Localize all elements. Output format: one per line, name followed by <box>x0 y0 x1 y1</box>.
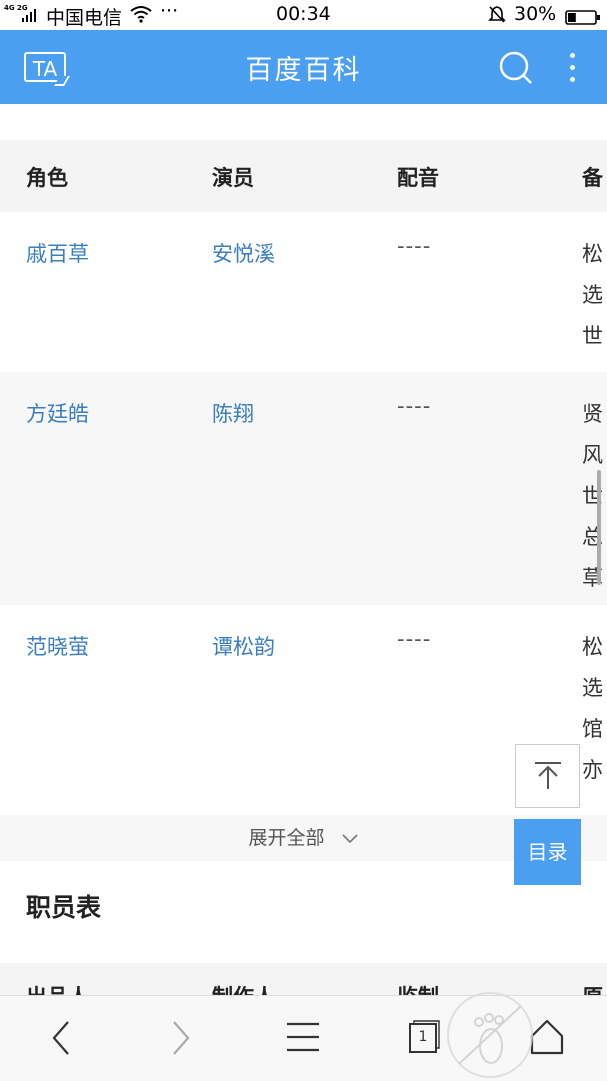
staff-header: 出品人 <box>26 981 89 995</box>
back-to-top-button[interactable] <box>515 744 580 808</box>
role-link[interactable]: 方廷皓 <box>26 398 89 428</box>
note-line: 草 <box>582 566 603 590</box>
arrow-up-icon <box>533 761 563 795</box>
note-cell: 松 选 馆 亦 <box>582 627 607 791</box>
battery-percent: 30% <box>514 3 557 25</box>
note-line: 世 <box>582 484 603 508</box>
note-cell: 松 选 世 <box>582 234 607 357</box>
note-line: 亦 <box>582 758 603 782</box>
carrier-name: 中国电信 <box>46 7 123 29</box>
header-note: 备 <box>582 166 603 190</box>
silent-bell-icon <box>488 5 506 29</box>
note-line: 松 <box>582 635 603 659</box>
section-title: 职员表 <box>26 893 102 922</box>
note-line: 世 <box>582 324 603 348</box>
note-cell: 贤 风 世 总 草 <box>582 394 607 599</box>
wifi-icon <box>130 5 152 28</box>
staff-table-header: 出品人 制作人 监制 原 <box>0 963 607 995</box>
table-header: 角色 演员 配音 备 <box>0 140 607 212</box>
note-line: 松 <box>582 242 603 266</box>
clock: 00:34 <box>276 3 331 25</box>
note-line: 选 <box>582 283 603 307</box>
battery-icon <box>565 8 601 30</box>
note-line: 选 <box>582 676 603 700</box>
table-row: 方廷皓 陈翔 ---- 贤 风 世 总 草 <box>0 372 607 605</box>
table-row: 戚百草 安悦溪 ---- 松 选 世 <box>0 212 607 372</box>
expand-label: 展开全部 <box>248 827 325 849</box>
status-bar: 4G 2G 中国电信 ··· 00:34 30% <box>0 0 607 30</box>
staff-header: 制作人 <box>212 981 275 995</box>
note-line: 馆 <box>582 717 603 741</box>
actor-link[interactable]: 陈翔 <box>212 398 254 428</box>
tabs-button[interactable]: 1 <box>408 1020 440 1053</box>
staff-header: 监制 <box>397 981 439 995</box>
note-line: 风 <box>582 443 603 467</box>
scrollbar[interactable] <box>597 470 601 585</box>
app-bar: TA 百度百科 <box>0 30 607 104</box>
voice-cell: ---- <box>397 394 432 418</box>
role-link[interactable]: 范晓萤 <box>26 631 89 661</box>
more-status-icon: ··· <box>160 0 179 22</box>
chevron-down-icon <box>341 816 359 862</box>
more-vertical-icon[interactable] <box>562 48 582 88</box>
cast-table: 角色 演员 配音 备 戚百草 安悦溪 ---- 松 选 世 方廷皓 陈翔 ---… <box>0 140 607 815</box>
note-line: 贤 <box>582 402 603 426</box>
tabs-count: 1 <box>418 1029 428 1045</box>
role-link[interactable]: 戚百草 <box>26 238 89 268</box>
actor-link[interactable]: 谭松韵 <box>212 631 275 661</box>
header-actor: 演员 <box>212 166 254 190</box>
voice-cell: ---- <box>397 234 432 258</box>
menu-icon[interactable] <box>286 1022 320 1056</box>
footprint-watermark-icon <box>447 992 533 1078</box>
chevron-right-icon[interactable] <box>168 1018 194 1062</box>
staff-header: 原 <box>582 981 603 995</box>
home-icon[interactable] <box>528 1018 566 1060</box>
toc-button[interactable]: 目录 <box>514 819 581 885</box>
voice-cell: ---- <box>397 627 432 651</box>
search-icon[interactable] <box>498 50 534 86</box>
signal-icon <box>22 8 36 22</box>
header-voice: 配音 <box>397 166 439 190</box>
actor-link[interactable]: 安悦溪 <box>212 238 275 268</box>
chevron-left-icon[interactable] <box>48 1018 74 1062</box>
note-line: 总 <box>582 525 603 549</box>
header-role: 角色 <box>26 166 68 190</box>
